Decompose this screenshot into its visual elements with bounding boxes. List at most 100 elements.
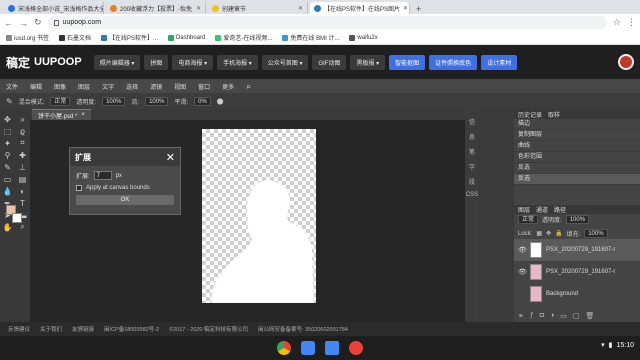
bookmark[interactable]: waifu2x bbox=[349, 34, 378, 41]
fx-icon[interactable]: ƒ bbox=[530, 312, 534, 320]
police-record-text[interactable]: 闽公网安备备案号: 35020602001784 bbox=[258, 325, 348, 333]
reload-icon[interactable]: ↻ bbox=[34, 17, 42, 28]
brush-icon[interactable]: ✎ bbox=[0, 161, 15, 173]
browser-tab[interactable]: 宋浅格全部小说_宋浅格作品大全✕ bbox=[4, 2, 104, 14]
info-panel-button[interactable]: 信 bbox=[469, 117, 475, 126]
logo[interactable]: 稿定 bbox=[6, 54, 30, 71]
layer-row[interactable]: Background bbox=[514, 283, 640, 305]
history-item[interactable]: 反选 bbox=[514, 174, 640, 185]
nav-ecommerce-poster[interactable]: 电商海报 ▾ bbox=[172, 54, 214, 70]
lock-all-icon[interactable]: 🔒 bbox=[555, 230, 562, 237]
lock-icon[interactable]: ▦ bbox=[536, 230, 542, 237]
tab-paths[interactable]: 路径 bbox=[554, 205, 566, 214]
id-photo-button[interactable]: 证件照换底色 bbox=[429, 54, 478, 70]
layer-row[interactable]: 👁 PSX_20200729_191607-r bbox=[514, 261, 640, 283]
bookmark[interactable]: iusd.org 书签 bbox=[6, 33, 49, 42]
browser-tab-active[interactable]: 【在线PS软件】在线PS图片 ✕ bbox=[310, 2, 410, 14]
bookmark[interactable]: 【在线PS软件】... bbox=[101, 33, 158, 42]
expand-amount-input[interactable]: 7 bbox=[93, 171, 112, 180]
fill-input[interactable]: 100% bbox=[584, 229, 608, 238]
eraser-icon[interactable]: ▭ bbox=[0, 173, 15, 185]
nav-mobile-poster[interactable]: 手机海报 ▾ bbox=[217, 54, 258, 70]
background-color-swatch[interactable] bbox=[12, 213, 22, 223]
layer-blend-select[interactable]: 正常 bbox=[518, 215, 539, 224]
star-icon[interactable]: ☆ bbox=[613, 17, 621, 28]
dialog-header[interactable]: 扩展 ✕ bbox=[70, 148, 180, 166]
menu-window[interactable]: 窗口 bbox=[198, 82, 210, 91]
nav-wechat-cover[interactable]: 公众号首图 ▾ bbox=[261, 54, 309, 70]
youtube-app-icon[interactable] bbox=[349, 341, 363, 355]
flow-input[interactable]: 100% bbox=[145, 96, 169, 106]
healing-tool-icon[interactable]: ✚ bbox=[15, 149, 30, 161]
character-panel-button[interactable]: 字 bbox=[469, 162, 475, 171]
adjustment-icon[interactable]: ◑ bbox=[550, 312, 554, 320]
forward-icon[interactable]: → bbox=[19, 18, 28, 28]
close-tab-icon[interactable]: ✕ bbox=[196, 5, 201, 12]
bookmark[interactable]: 石墨文档 bbox=[59, 33, 91, 42]
eyedropper-icon[interactable]: ⚲ bbox=[0, 149, 15, 161]
url-input[interactable]: uupoop.com bbox=[47, 16, 607, 29]
search-icon[interactable]: ⌕ bbox=[246, 81, 251, 92]
type-tool-icon[interactable]: T bbox=[15, 197, 30, 209]
menu-file[interactable]: 文件 bbox=[6, 82, 18, 91]
brush-panel-button[interactable]: 笔 bbox=[469, 147, 475, 156]
link-icon[interactable]: ⚭ bbox=[518, 312, 524, 320]
document-tab[interactable]: 饼干小屋.psd * × bbox=[32, 109, 91, 120]
brush-tool-icon[interactable]: ✎ bbox=[6, 97, 13, 106]
about-link[interactable]: 关于我们 bbox=[40, 325, 62, 333]
layer-opacity-input[interactable]: 100% bbox=[565, 215, 590, 224]
nav-photo-editor[interactable]: 照片编辑器 ▾ bbox=[93, 54, 141, 70]
status-tray[interactable]: ▾ ▮ 15:10 bbox=[601, 341, 634, 350]
close-document-icon[interactable]: × bbox=[81, 112, 85, 118]
menu-view[interactable]: 视图 bbox=[174, 82, 186, 91]
menu-select[interactable]: 选择 bbox=[126, 82, 138, 91]
menu-image[interactable]: 图像 bbox=[54, 82, 66, 91]
collapse-icon[interactable]: » bbox=[15, 113, 30, 125]
tab-sample[interactable]: 取样 bbox=[548, 110, 560, 119]
history-item[interactable]: 描边 bbox=[514, 119, 640, 130]
smooth-input[interactable]: 0% bbox=[194, 96, 211, 106]
design-assets-button[interactable]: 设计素材 bbox=[481, 54, 518, 70]
magic-wand-icon[interactable]: ✦ bbox=[0, 137, 15, 149]
menu-filter[interactable]: 滤镜 bbox=[150, 82, 162, 91]
crop-tool-icon[interactable]: ⌗ bbox=[15, 137, 30, 149]
layer-row[interactable]: 👁 PSX_20200729_191607-r bbox=[514, 239, 640, 261]
tab-history[interactable]: 历史记录 bbox=[518, 110, 542, 119]
visibility-eye-icon[interactable]: 👁 bbox=[518, 246, 527, 254]
history-item[interactable]: 色彩范围 bbox=[514, 152, 640, 163]
menu-type[interactable]: 文字 bbox=[102, 82, 114, 91]
tab-layers[interactable]: 图层 bbox=[518, 205, 530, 214]
close-icon[interactable]: ✕ bbox=[166, 151, 175, 164]
icp-text[interactable]: 闽ICP备18003982号-2 bbox=[104, 325, 159, 333]
menu-more[interactable]: 更多 bbox=[222, 82, 234, 91]
close-tab-icon[interactable]: ✕ bbox=[403, 5, 408, 12]
menu-icon[interactable]: ⋮ bbox=[627, 17, 636, 28]
lasso-tool-icon[interactable]: ϱ bbox=[15, 125, 30, 137]
logo-text[interactable]: UUPOOP bbox=[34, 56, 82, 68]
gradient-tool-icon[interactable]: ▤ bbox=[15, 173, 30, 185]
chrome-app-icon[interactable] bbox=[277, 341, 291, 355]
nav-collage[interactable]: 拼图 bbox=[144, 54, 169, 70]
ok-button[interactable]: OK bbox=[76, 195, 174, 205]
menu-edit[interactable]: 编辑 bbox=[30, 82, 42, 91]
docs-app-icon[interactable] bbox=[325, 341, 339, 355]
new-layer-icon[interactable]: ▢ bbox=[573, 312, 580, 320]
nav-blackboard[interactable]: 黑板报 ▾ bbox=[350, 54, 386, 70]
properties-panel-button[interactable]: 息 bbox=[469, 132, 475, 141]
lock-position-icon[interactable]: ✥ bbox=[546, 230, 551, 237]
paragraph-panel-button[interactable]: 段 bbox=[469, 177, 475, 186]
dodge-tool-icon[interactable]: ◐ bbox=[15, 185, 30, 197]
feedback-link[interactable]: 反馈建议 bbox=[8, 325, 30, 333]
history-item[interactable]: 反选 bbox=[514, 163, 640, 174]
menu-layer[interactable]: 图层 bbox=[78, 82, 90, 91]
bookmark[interactable]: 免费在线 BMI 计... bbox=[282, 33, 339, 42]
opacity-input[interactable]: 100% bbox=[102, 96, 126, 106]
move-tool-icon[interactable]: ✥ bbox=[0, 113, 15, 125]
stamp-tool-icon[interactable]: ⊥ bbox=[15, 161, 30, 173]
visibility-eye-icon[interactable]: 👁 bbox=[518, 268, 527, 276]
blend-select[interactable]: 正常 bbox=[50, 96, 71, 106]
marquee-tool-icon[interactable]: ⬚ bbox=[0, 125, 15, 137]
nav-gif[interactable]: GIF动图 bbox=[312, 54, 347, 70]
apply-at-canvas-checkbox[interactable] bbox=[76, 185, 82, 191]
blur-tool-icon[interactable]: 💧 bbox=[0, 185, 15, 197]
